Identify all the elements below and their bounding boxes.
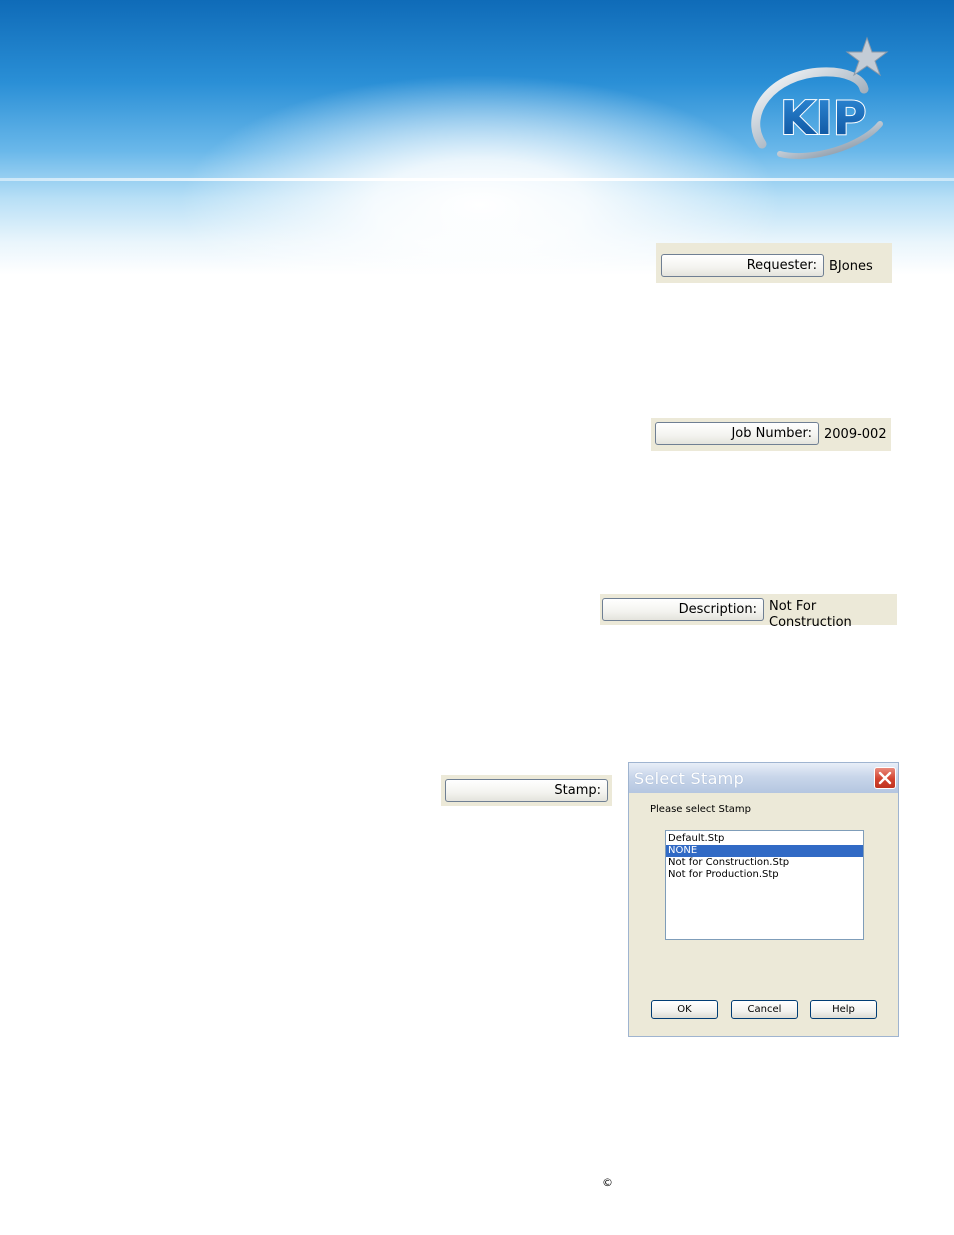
help-button[interactable]: Help bbox=[810, 1000, 877, 1019]
list-item[interactable]: Not for Production.Stp bbox=[666, 869, 863, 881]
description-button[interactable]: Description: bbox=[602, 598, 764, 621]
requester-button[interactable]: Requester: bbox=[661, 254, 824, 277]
cancel-button[interactable]: Cancel bbox=[731, 1000, 798, 1019]
job-number-field-group: Job Number: 2009-002 bbox=[651, 418, 891, 451]
list-item-selected[interactable]: NONE bbox=[666, 845, 863, 857]
dialog-prompt: Please select Stamp bbox=[650, 804, 752, 815]
dialog-title: Select Stamp bbox=[629, 763, 898, 793]
copyright-symbol: © bbox=[602, 1176, 613, 1189]
list-item[interactable]: Default.Stp bbox=[666, 833, 863, 845]
close-button[interactable] bbox=[874, 767, 896, 789]
stamp-listbox[interactable]: Default.Stp NONE Not for Construction.St… bbox=[665, 830, 864, 940]
close-icon bbox=[878, 771, 892, 785]
select-stamp-dialog: Select Stamp Please select Stamp Default… bbox=[628, 762, 899, 1037]
kip-logo: KIP bbox=[742, 34, 892, 164]
stamp-button[interactable]: Stamp: bbox=[445, 779, 608, 802]
list-item[interactable]: Not for Construction.Stp bbox=[666, 857, 863, 869]
logo-text: KIP bbox=[780, 91, 866, 145]
header-divider bbox=[0, 178, 954, 181]
stamp-field-group: Stamp: bbox=[441, 775, 612, 806]
job-number-value: 2009-002 bbox=[824, 427, 887, 442]
ok-button[interactable]: OK bbox=[651, 1000, 718, 1019]
requester-field-group: Requester: BJones bbox=[656, 243, 892, 283]
description-value: Not For Construction bbox=[769, 599, 852, 630]
requester-value: BJones bbox=[829, 259, 873, 274]
description-field-group: Description: Not For Construction bbox=[600, 594, 897, 630]
job-number-button[interactable]: Job Number: bbox=[655, 422, 819, 445]
